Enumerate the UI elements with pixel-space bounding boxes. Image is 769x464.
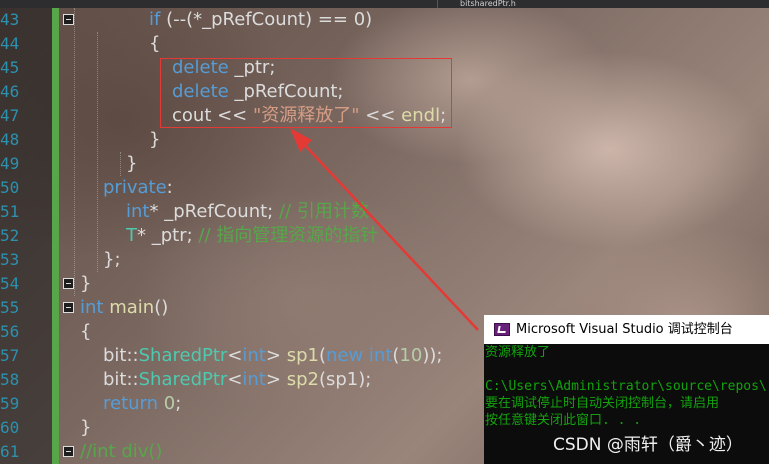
indent-guide (97, 32, 98, 272)
watermark: CSDN @雨轩（爵丶迹） (553, 435, 743, 455)
console-output: 资源释放了 C:\Users\Administrator\source\repo… (485, 344, 769, 429)
console-line: C:\Users\Administrator\source\repos\ (485, 379, 767, 394)
console-title-bar[interactable]: Microsoft Visual Studio 调试控制台 (484, 315, 769, 344)
console-line: 按任意键关闭此窗口. . . (485, 413, 642, 428)
indent-guide (74, 8, 75, 296)
visual-studio-icon (494, 323, 510, 336)
indent-guide (120, 152, 121, 176)
console-line: 资源释放了 (485, 345, 551, 360)
console-line: 要在调试停止时自动关闭控制台，请启用 (485, 396, 720, 411)
console-title: Microsoft Visual Studio 调试控制台 (516, 322, 733, 337)
